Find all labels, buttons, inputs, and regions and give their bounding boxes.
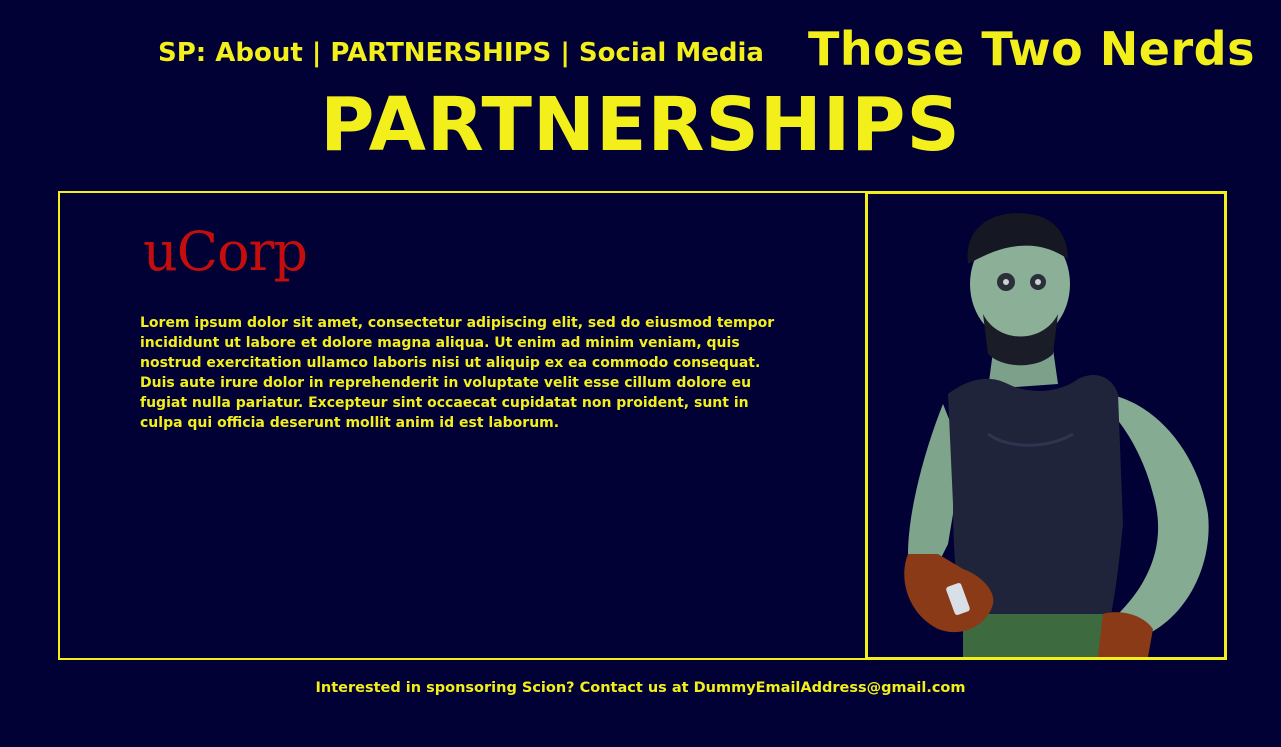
nav-separator: | bbox=[311, 38, 322, 68]
character-illustration bbox=[904, 213, 1209, 657]
nav-link-about[interactable]: About bbox=[215, 38, 303, 68]
nav-separator: | bbox=[560, 38, 570, 68]
nav-prefix: SP: bbox=[158, 38, 207, 68]
partner-description: Lorem ipsum dolor sit amet, consectetur … bbox=[140, 315, 775, 431]
character-image-frame bbox=[865, 191, 1227, 660]
nav-link-partnerships[interactable]: PARTNERSHIPS bbox=[330, 38, 551, 68]
page-title: PARTNERSHIPS bbox=[320, 82, 961, 168]
contact-email-link[interactable]: DummyEmailAddress@gmail.com bbox=[694, 680, 966, 696]
nav-link-social-media[interactable]: Social Media bbox=[579, 38, 764, 68]
site-nav: SP: About | PARTNERSHIPS | Social Media bbox=[158, 38, 764, 68]
partner-logo[interactable]: uCorp bbox=[143, 220, 308, 283]
site-brand[interactable]: Those Two Nerds bbox=[808, 22, 1255, 76]
contact-footer: Interested in sponsoring Scion? Contact … bbox=[0, 680, 1281, 696]
footer-text: Interested in sponsoring Scion? Contact … bbox=[315, 680, 694, 696]
